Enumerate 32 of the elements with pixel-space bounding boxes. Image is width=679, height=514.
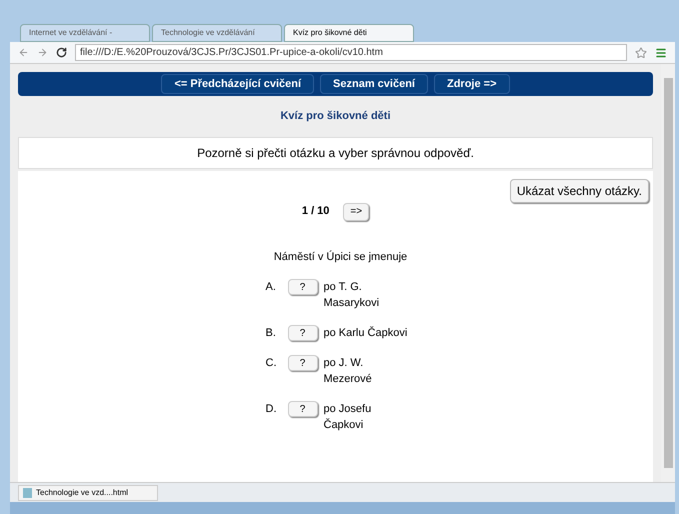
browser-tab[interactable]: Technologie ve vzdělávání bbox=[152, 24, 282, 42]
forward-icon[interactable] bbox=[37, 47, 48, 58]
menu-icon[interactable] bbox=[655, 46, 667, 58]
page-title: Kvíz pro šikovné děti bbox=[279, 109, 392, 124]
answer-text: po J. W. Mezerové bbox=[324, 356, 373, 387]
file-icon bbox=[23, 488, 32, 498]
show-all-button[interactable]: Ukázat všechny otázky. bbox=[510, 178, 649, 202]
answer-letter: A. bbox=[266, 280, 277, 295]
nav-button[interactable]: Seznam cvičení bbox=[320, 74, 428, 94]
answer-text: po T. G. Masarykovi bbox=[324, 280, 380, 311]
reload-icon[interactable] bbox=[56, 47, 67, 58]
answer-button[interactable]: ? bbox=[288, 279, 318, 295]
answer-button[interactable]: ? bbox=[288, 355, 318, 371]
instruction-text: Pozorně si přečti otázku a vyber správnou odpověď. bbox=[18, 136, 653, 168]
answer-text: po Josefu Čapkovi bbox=[324, 402, 372, 433]
answer-button[interactable]: ? bbox=[288, 401, 318, 417]
nav-button[interactable]: <= Předcházející cvičení bbox=[161, 74, 314, 94]
next-button[interactable]: => bbox=[343, 202, 370, 220]
question-text: Náměstí v Úpici se jmenuje bbox=[274, 250, 408, 264]
answer-letter: D. bbox=[266, 402, 278, 417]
address-bar[interactable]: file:///D:/E.%20Prouzová/3CJS.Pr/3CJS01.Pr-upice-a-okoli/cv10.htm bbox=[75, 44, 627, 61]
answer-text: po Karlu Čapkovi bbox=[324, 325, 408, 341]
star-icon[interactable] bbox=[635, 46, 647, 58]
answer-button[interactable]: ? bbox=[288, 325, 318, 341]
browser-tab[interactable]: Internet ve vzdělávání - bbox=[20, 24, 150, 42]
answer-letter: C. bbox=[266, 356, 278, 371]
back-icon[interactable] bbox=[18, 47, 29, 58]
download-item[interactable]: Technologie ve vzd....html bbox=[18, 484, 158, 500]
browser-tab[interactable]: Kvíz pro šikovné děti bbox=[284, 24, 414, 42]
question-counter: 1 / 10 bbox=[302, 204, 330, 220]
nav-button[interactable]: Zdroje => bbox=[434, 74, 510, 94]
answer-letter: B. bbox=[266, 326, 277, 341]
